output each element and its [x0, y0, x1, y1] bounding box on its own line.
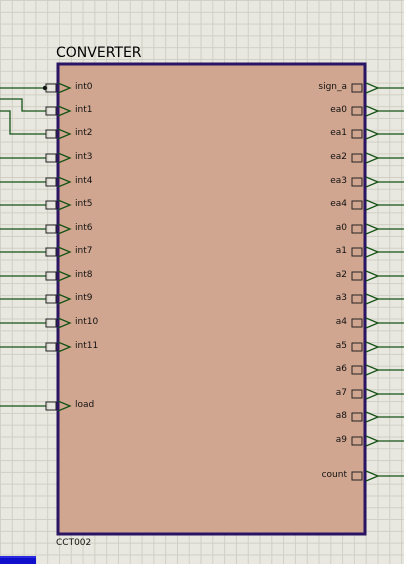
- output-pin-label-a2: a2: [335, 270, 347, 280]
- input-pin-label-load: load: [75, 400, 95, 410]
- output-pin-label-a9: a9: [335, 435, 347, 445]
- output-pin-label-a0: a0: [335, 223, 347, 233]
- output-pin-label-a7: a7: [335, 388, 347, 398]
- input-pin-label-int3: int3: [75, 152, 93, 162]
- input-pin-label-int4: int4: [75, 176, 93, 186]
- offscreen-component-fragment-edge: [0, 556, 36, 558]
- wire-int1: [0, 98, 46, 112]
- output-pin-label-a3: a3: [335, 293, 347, 303]
- output-pin-label-sign-a: sign_a: [318, 82, 347, 92]
- input-pin-label-int6: int6: [75, 223, 93, 233]
- input-pin-label-int10: int10: [75, 317, 99, 327]
- input-pin-label-int9: int9: [75, 293, 93, 303]
- wire-int2: [0, 110, 46, 135]
- input-pin-label-int2: int2: [75, 128, 93, 138]
- output-pin-label-ea4: ea4: [330, 199, 347, 209]
- output-pin-label-a5: a5: [335, 341, 347, 351]
- component-reference: CCT002: [56, 538, 92, 548]
- output-pin-label-count: count: [321, 470, 347, 480]
- output-pin-label-ea2: ea2: [330, 152, 347, 162]
- output-pin-label-ea0: ea0: [330, 105, 347, 115]
- wire-junction-dot: [42, 85, 48, 91]
- output-pin-label-ea3: ea3: [330, 176, 347, 186]
- output-pin-label-a8: a8: [335, 411, 347, 421]
- input-pin-label-int11: int11: [75, 341, 99, 351]
- input-wires: [0, 85, 48, 407]
- output-wires: [378, 87, 404, 477]
- component-title: CONVERTER: [56, 45, 142, 61]
- input-pin-label-int7: int7: [75, 246, 93, 256]
- output-pin-label-a6: a6: [335, 364, 347, 374]
- input-pin-label-int1: int1: [75, 105, 93, 115]
- component-body[interactable]: [56, 62, 367, 536]
- output-pin-label-ea1: ea1: [330, 128, 347, 138]
- output-pin-label-a1: a1: [335, 246, 347, 256]
- input-pin-label-int8: int8: [75, 270, 93, 280]
- input-pin-label-int5: int5: [75, 199, 93, 209]
- input-pin-label-int0: int0: [75, 82, 93, 92]
- output-pin-label-a4: a4: [335, 317, 347, 327]
